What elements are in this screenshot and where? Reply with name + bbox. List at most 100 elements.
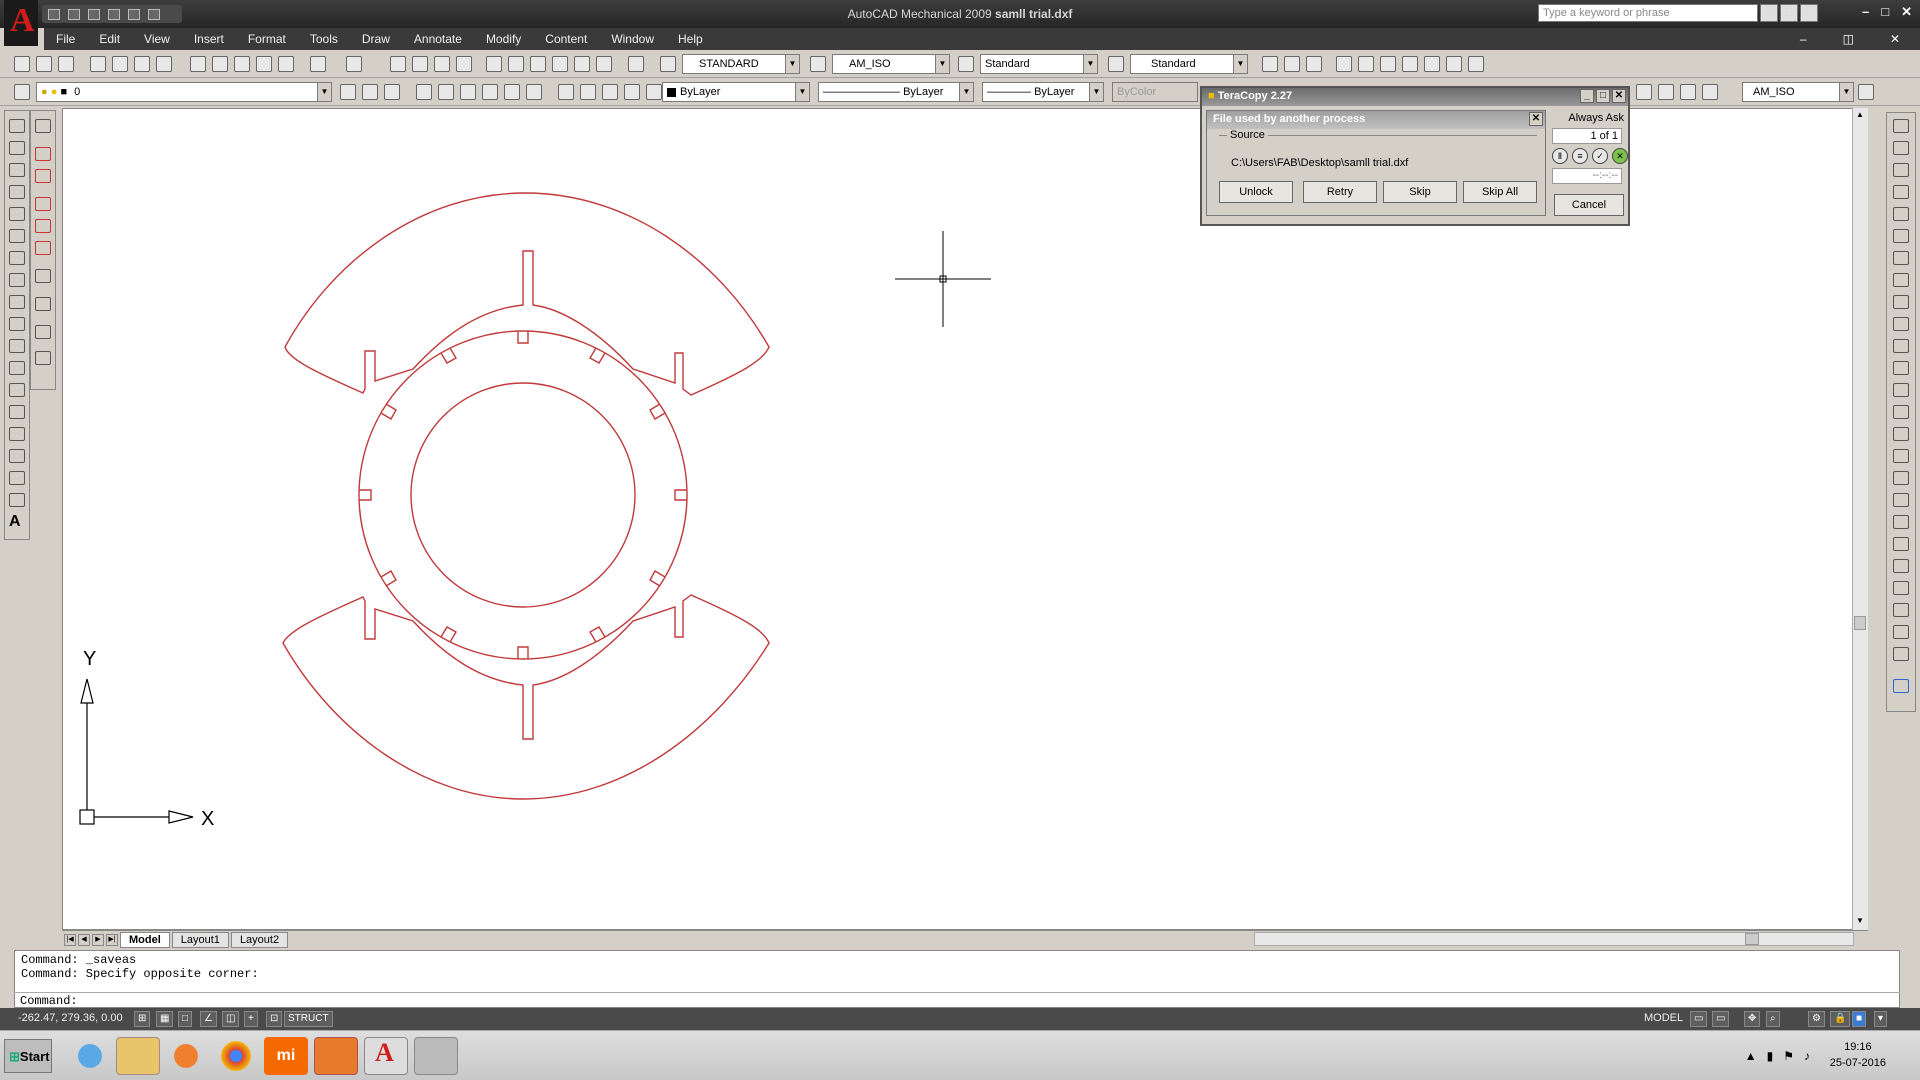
layer-tool-6-icon[interactable]: [526, 84, 542, 100]
erase-icon[interactable]: [35, 147, 51, 161]
menu-modify[interactable]: Modify: [474, 32, 533, 46]
maximize-button[interactable]: □: [1881, 4, 1889, 20]
block-editor-icon[interactable]: [278, 56, 294, 72]
array-icon[interactable]: [35, 241, 51, 255]
mech-tool-11-icon[interactable]: [1893, 339, 1909, 353]
chevron-down-icon[interactable]: ▼: [1083, 55, 1097, 73]
tray-volume-icon[interactable]: ♪: [1804, 1049, 1810, 1063]
zoom-status-icon[interactable]: ⌕: [1766, 1011, 1780, 1027]
first-tab-icon[interactable]: |◀: [64, 933, 76, 946]
center-mark-icon[interactable]: [1306, 56, 1322, 72]
pause-icon[interactable]: Ⅱ: [1552, 148, 1568, 164]
teracopy-maximize-button[interactable]: □: [1596, 89, 1610, 103]
mech-tool-16-icon[interactable]: [1893, 449, 1909, 463]
annotation-monitor-icon[interactable]: ■: [1852, 1011, 1867, 1027]
tray-flag-icon[interactable]: ⚑: [1783, 1049, 1794, 1063]
doc-minimize-button[interactable]: –: [1788, 32, 1819, 46]
mech-tool-10-icon[interactable]: [1893, 317, 1909, 331]
undo-icon[interactable]: [310, 56, 326, 72]
dim-update-icon[interactable]: [1858, 84, 1874, 100]
menu-view[interactable]: View: [132, 32, 182, 46]
point-icon[interactable]: [9, 405, 25, 419]
hatch-icon[interactable]: [9, 427, 25, 441]
layer-select[interactable]: ● ● ■ 0 ▼: [36, 82, 332, 102]
mech-tool-12-icon[interactable]: [1893, 361, 1909, 375]
stretch-icon[interactable]: [35, 351, 51, 365]
teracopy-close-button[interactable]: ✕: [1612, 89, 1626, 103]
linetype-select[interactable]: ——————— ByLayer ▼: [818, 82, 974, 102]
mtext-icon[interactable]: A: [9, 514, 25, 530]
polar-mode-icon[interactable]: ∠: [200, 1011, 217, 1027]
last-tab-icon[interactable]: ▶|: [106, 933, 118, 946]
scroll-up-icon[interactable]: ▲: [1854, 110, 1866, 122]
snap-mode-icon[interactable]: ⊞: [134, 1011, 151, 1027]
mech-tool-2-icon[interactable]: [1893, 141, 1909, 155]
dim-style-select-2[interactable]: AM_ISO ▼: [1742, 82, 1854, 102]
refresh-icon[interactable]: [1446, 56, 1462, 72]
teracopy-task-icon[interactable]: [414, 1037, 458, 1075]
quick-view-drawings-icon[interactable]: ▭: [1712, 1011, 1730, 1027]
text-style-select[interactable]: STANDARD ▼: [682, 54, 800, 74]
calculator-icon[interactable]: [596, 56, 612, 72]
zoom-realtime-icon[interactable]: [412, 56, 428, 72]
mech-tool-19-icon[interactable]: [1893, 515, 1909, 529]
menu-content[interactable]: Content: [533, 32, 599, 46]
layer-tool-10-icon[interactable]: [624, 84, 640, 100]
quick-view-layouts-icon[interactable]: ▭: [1690, 1011, 1708, 1027]
design-center-icon[interactable]: [508, 56, 524, 72]
prev-tab-icon[interactable]: ◀: [78, 933, 90, 946]
tab-model[interactable]: Model: [120, 931, 170, 948]
layer-tool-7-icon[interactable]: [558, 84, 574, 100]
dim-tool-1-icon[interactable]: [1636, 84, 1652, 100]
mech-tool-24-icon[interactable]: [1893, 625, 1909, 639]
ortho-mode-icon[interactable]: □: [178, 1011, 193, 1027]
menu-edit[interactable]: Edit: [87, 32, 132, 46]
unlock-button[interactable]: Unlock: [1219, 181, 1293, 203]
hscroll-thumb[interactable]: [1745, 933, 1759, 945]
mech-tool-25-icon[interactable]: [1893, 647, 1909, 661]
tab-layout2[interactable]: Layout2: [230, 931, 289, 948]
mech-tool-5-icon[interactable]: [1893, 207, 1909, 221]
otrack-mode-icon[interactable]: +: [244, 1011, 258, 1027]
close-after-icon[interactable]: ✕: [1612, 148, 1628, 164]
layer-tool-1-icon[interactable]: [416, 84, 432, 100]
communication-icon[interactable]: ☷: [1780, 4, 1798, 22]
line-icon[interactable]: [1262, 56, 1278, 72]
mirror-icon[interactable]: [35, 197, 51, 211]
publish-icon[interactable]: [134, 56, 150, 72]
make-block-icon[interactable]: [9, 383, 25, 397]
mech-tool-20-icon[interactable]: [1893, 537, 1909, 551]
start-button[interactable]: ⊞Start: [4, 1039, 52, 1073]
ellipse-arc-icon[interactable]: [9, 339, 25, 353]
inventor-icon[interactable]: [314, 1037, 358, 1075]
search-icon[interactable]: ⌕: [1760, 4, 1778, 22]
mech-tool-26-icon[interactable]: [1893, 679, 1909, 693]
workspace-icon[interactable]: ⚙: [1808, 1011, 1825, 1027]
properties-icon[interactable]: [486, 56, 502, 72]
dyn-mode-icon[interactable]: ⊡: [266, 1011, 283, 1027]
dim-style-select[interactable]: AM_ISO ▼: [832, 54, 950, 74]
doc-close-button[interactable]: ✕: [1878, 32, 1912, 46]
spline-icon[interactable]: [9, 295, 25, 309]
mech-tool-7-icon[interactable]: [1893, 251, 1909, 265]
osnap-mode-icon[interactable]: ◫: [222, 1011, 240, 1027]
horizontal-scrollbar[interactable]: [1254, 932, 1854, 946]
copy-object-icon[interactable]: [35, 169, 51, 183]
save-icon[interactable]: [58, 56, 74, 72]
autocad-task-icon[interactable]: A: [364, 1037, 408, 1075]
plot-preview-icon[interactable]: [112, 56, 128, 72]
drawing-canvas[interactable]: Y X: [62, 108, 1864, 930]
vertical-scrollbar[interactable]: ▲ ▼: [1852, 108, 1868, 930]
parallel-icon[interactable]: [1380, 56, 1396, 72]
chevron-down-icon[interactable]: ▼: [795, 83, 809, 101]
layer-tool-2-icon[interactable]: [438, 84, 454, 100]
pan-status-icon[interactable]: ✥: [1744, 1011, 1761, 1027]
scale-icon[interactable]: [35, 325, 51, 339]
media-player-icon[interactable]: [164, 1037, 208, 1075]
layer-tool-5-icon[interactable]: [504, 84, 520, 100]
mech-tool-23-icon[interactable]: [1893, 603, 1909, 617]
hatch-pattern-icon[interactable]: [35, 119, 51, 133]
chevron-down-icon[interactable]: ▼: [785, 55, 799, 73]
chevron-down-icon[interactable]: ▼: [1839, 83, 1853, 101]
grid-icon[interactable]: [1358, 56, 1374, 72]
